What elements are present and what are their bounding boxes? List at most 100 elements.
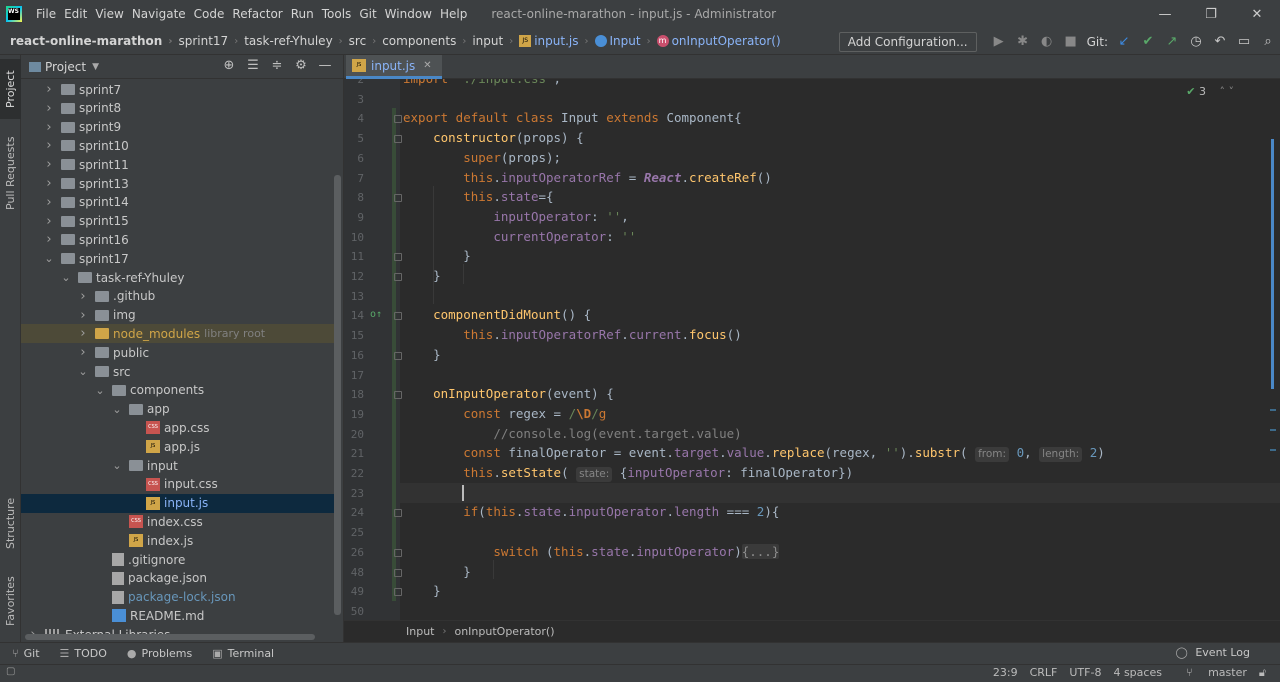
- todo-tool-button[interactable]: ☰ TODO: [60, 647, 107, 660]
- tree-item[interactable]: CSS index.css: [21, 512, 336, 531]
- fold-icon[interactable]: [394, 568, 402, 577]
- tree-item[interactable]: › sprint11: [21, 155, 336, 174]
- stop-icon[interactable]: ■: [1059, 34, 1083, 49]
- gear-icon[interactable]: ⚙: [289, 58, 313, 73]
- tree-item[interactable]: README.md: [21, 606, 336, 625]
- fold-icon[interactable]: [394, 588, 402, 597]
- menu-item-view[interactable]: View: [91, 7, 127, 21]
- project-panel-title[interactable]: Project: [45, 60, 86, 74]
- nav-crumb[interactable]: src ›: [349, 34, 383, 48]
- tree-item[interactable]: CSS app.css: [21, 418, 336, 437]
- caret-position[interactable]: 23:9: [993, 666, 1018, 680]
- git-push-icon[interactable]: ↗: [1160, 34, 1184, 49]
- menu-item-navigate[interactable]: Navigate: [128, 7, 190, 21]
- lock-icon[interactable]: 🔓︎: [1259, 666, 1266, 680]
- presentation-icon[interactable]: ▭: [1232, 34, 1256, 49]
- nav-crumb[interactable]: sprint17 ›: [178, 34, 244, 48]
- chevron-right-icon[interactable]: ›: [43, 101, 55, 116]
- fold-icon[interactable]: [394, 194, 402, 203]
- chevron-down-icon[interactable]: ⌄: [94, 384, 106, 397]
- tree-item[interactable]: › sprint7: [21, 80, 336, 99]
- project-tool-tab[interactable]: Project: [0, 59, 21, 119]
- override-icon[interactable]: o↑: [370, 309, 382, 320]
- inspection-widget[interactable]: ✔ 3 ˄ ˅: [1186, 85, 1234, 98]
- chevron-down-icon[interactable]: ⌄: [111, 403, 123, 416]
- search-icon[interactable]: ⌕: [1256, 34, 1280, 49]
- tree-item[interactable]: › node_modules library root: [21, 324, 336, 344]
- menu-item-file[interactable]: File: [32, 7, 60, 21]
- fold-icon[interactable]: [394, 115, 402, 124]
- fold-icon[interactable]: [394, 312, 402, 321]
- menu-item-window[interactable]: Window: [381, 7, 436, 21]
- tree-item[interactable]: package-lock.json: [21, 588, 336, 607]
- code-editor[interactable]: 2 import './input.css'; 3 4 export default c…: [344, 79, 1280, 620]
- nav-crumb[interactable]: JS input.js ›: [519, 34, 594, 48]
- chevron-right-icon[interactable]: ›: [43, 138, 55, 153]
- menu-item-git[interactable]: Git: [355, 7, 380, 21]
- project-horizontal-scrollbar[interactable]: [25, 634, 315, 640]
- tree-item[interactable]: JS app.js: [21, 437, 336, 456]
- tab-input-js[interactable]: JS input.js ✕: [346, 55, 442, 79]
- pull-requests-tool-tab[interactable]: Pull Requests: [0, 131, 21, 215]
- tree-item[interactable]: › public: [21, 343, 336, 362]
- line-separator[interactable]: CRLF: [1030, 666, 1058, 680]
- tree-item[interactable]: › sprint13: [21, 174, 336, 193]
- close-tab-icon[interactable]: ✕: [423, 60, 431, 71]
- rollback-icon[interactable]: ↶: [1208, 34, 1232, 49]
- editor-scrollbar[interactable]: [1271, 139, 1274, 389]
- tree-item[interactable]: ⌄ input: [21, 456, 336, 475]
- structure-tool-tab[interactable]: Structure: [0, 493, 21, 553]
- problems-tool-button[interactable]: ● Problems: [127, 647, 192, 660]
- chevron-up-icon[interactable]: ˄: [1220, 85, 1226, 98]
- fold-icon[interactable]: [394, 509, 402, 518]
- expand-all-icon[interactable]: ☰: [241, 58, 265, 73]
- git-update-icon[interactable]: ↙: [1112, 34, 1136, 49]
- tree-item[interactable]: ⌄ components: [21, 381, 336, 400]
- nav-crumb[interactable]: Input ›: [594, 34, 657, 48]
- run-icon[interactable]: ▶: [987, 34, 1011, 49]
- locate-icon[interactable]: ⊕: [217, 58, 241, 73]
- chevron-right-icon[interactable]: ›: [43, 157, 55, 172]
- tree-item[interactable]: ⌄ src: [21, 362, 336, 381]
- chevron-right-icon[interactable]: ›: [77, 308, 89, 323]
- chevron-right-icon[interactable]: ›: [77, 289, 89, 304]
- tree-item[interactable]: › .github: [21, 287, 336, 306]
- tree-item[interactable]: › sprint14: [21, 193, 336, 212]
- tree-item[interactable]: ⌄ sprint17: [21, 249, 336, 268]
- chevron-down-icon[interactable]: ⌄: [111, 459, 123, 472]
- tree-item[interactable]: › sprint15: [21, 212, 336, 231]
- chevron-down-icon[interactable]: ⌄: [77, 365, 89, 378]
- fold-icon[interactable]: [394, 253, 402, 262]
- nav-crumb[interactable]: input ›: [472, 34, 519, 48]
- collapse-all-icon[interactable]: ≑: [265, 58, 289, 73]
- tree-item[interactable]: JS input.js: [21, 493, 336, 513]
- menu-item-edit[interactable]: Edit: [60, 7, 91, 21]
- chevron-right-icon[interactable]: ›: [43, 195, 55, 210]
- git-commit-icon[interactable]: ✔: [1136, 34, 1160, 49]
- fold-icon[interactable]: [394, 273, 402, 281]
- project-scrollbar[interactable]: [334, 175, 341, 615]
- fold-icon[interactable]: [394, 548, 402, 557]
- chevron-right-icon[interactable]: ›: [43, 232, 55, 247]
- menu-item-code[interactable]: Code: [190, 7, 229, 21]
- tree-item[interactable]: › sprint10: [21, 136, 336, 155]
- file-encoding[interactable]: UTF-8: [1069, 666, 1101, 680]
- tree-item[interactable]: › sprint9: [21, 118, 336, 137]
- fold-icon[interactable]: [394, 351, 402, 360]
- tree-item[interactable]: ⌄ app: [21, 400, 336, 419]
- restore-icon[interactable]: ❐: [1188, 0, 1234, 28]
- git-branch-widget[interactable]: ⑂ master: [1174, 666, 1247, 680]
- add-configuration-button[interactable]: Add Configuration...: [838, 31, 977, 52]
- crumb-class[interactable]: Input: [406, 625, 434, 638]
- layout-icon[interactable]: ▢: [6, 666, 15, 677]
- chevron-right-icon[interactable]: ›: [43, 214, 55, 229]
- tree-item[interactable]: › img: [21, 306, 336, 325]
- debug-icon[interactable]: ✱: [1011, 34, 1035, 49]
- menu-item-help[interactable]: Help: [436, 7, 471, 21]
- chevron-right-icon[interactable]: ›: [43, 120, 55, 135]
- fold-icon[interactable]: [394, 135, 402, 144]
- chevron-right-icon[interactable]: ›: [77, 345, 89, 360]
- tree-item[interactable]: .gitignore: [21, 550, 336, 569]
- tree-item[interactable]: › sprint16: [21, 230, 336, 249]
- favorites-tool-tab[interactable]: Favorites: [0, 571, 21, 631]
